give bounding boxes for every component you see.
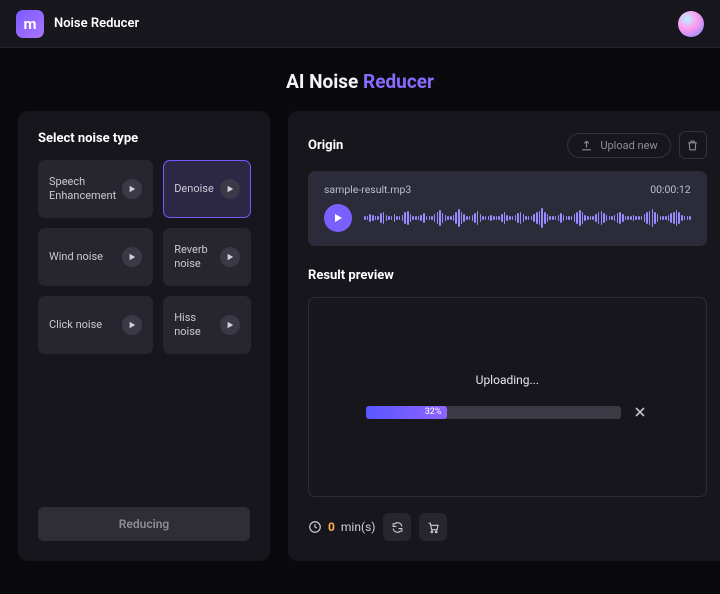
upload-status-text: Uploading... <box>476 373 539 387</box>
player-filename: sample-result.mp3 <box>324 183 411 196</box>
origin-heading: Origin <box>308 138 343 153</box>
page-title-word-2: Noise <box>309 70 358 93</box>
minutes-value: 0 <box>328 520 335 534</box>
footer-row: 0 min(s) <box>308 513 707 541</box>
close-icon <box>635 407 645 417</box>
player-meta: sample-result.mp3 00:00:12 <box>324 183 691 196</box>
progress-pct-label: 32% <box>425 407 442 417</box>
upload-icon <box>580 139 593 152</box>
waveform[interactable] <box>364 207 691 229</box>
refresh-button[interactable] <box>383 513 411 541</box>
play-icon[interactable] <box>220 247 240 267</box>
panel-noise-type: Select noise type Speech Enhancement Den… <box>18 111 270 561</box>
avatar[interactable] <box>678 11 704 37</box>
noise-type-label: Wind noise <box>49 250 103 264</box>
page-title-word-1: AI <box>286 70 304 93</box>
noise-type-denoise[interactable]: Denoise <box>163 160 251 218</box>
brand: m Noise Reducer <box>16 10 139 38</box>
noise-type-label: Speech Enhancement <box>49 175 116 204</box>
noise-type-grid: Speech Enhancement Denoise Wind noise <box>38 160 250 354</box>
page-title-word-3: Reducer <box>363 70 434 93</box>
origin-player: sample-result.mp3 00:00:12 <box>308 171 707 246</box>
play-icon[interactable] <box>122 179 142 199</box>
origin-actions: Upload new <box>567 131 706 159</box>
noise-type-label: Click noise <box>49 318 102 332</box>
player-controls <box>324 204 691 232</box>
minutes-remaining: 0 min(s) <box>308 520 375 534</box>
play-icon[interactable] <box>220 315 240 335</box>
cart-icon <box>427 521 440 534</box>
cancel-upload-button[interactable] <box>631 403 649 421</box>
brand-logo-glyph: m <box>24 15 37 33</box>
noise-type-click[interactable]: Click noise <box>38 296 153 354</box>
progress-bar: 32% <box>366 406 621 419</box>
play-button[interactable] <box>324 204 352 232</box>
result-preview-card: Uploading... 32% <box>308 297 707 497</box>
play-icon[interactable] <box>220 179 240 199</box>
result-heading: Result preview <box>308 268 707 283</box>
play-icon <box>333 213 343 223</box>
noise-type-heading: Select noise type <box>38 131 250 146</box>
noise-type-wind[interactable]: Wind noise <box>38 228 153 286</box>
play-icon[interactable] <box>122 247 142 267</box>
reduce-button-label: Reducing <box>119 517 169 531</box>
noise-type-speech-enhancement[interactable]: Speech Enhancement <box>38 160 153 218</box>
progress-fill: 32% <box>366 406 448 419</box>
noise-type-label: Reverb noise <box>174 243 214 272</box>
page-title: AI Noise Reducer <box>0 48 720 111</box>
noise-type-reverb[interactable]: Reverb noise <box>163 228 251 286</box>
delete-button[interactable] <box>679 131 707 159</box>
noise-type-hiss[interactable]: Hiss noise <box>163 296 251 354</box>
reduce-button[interactable]: Reducing <box>38 507 250 541</box>
brand-title: Noise Reducer <box>54 16 139 31</box>
upload-new-label: Upload new <box>600 139 657 152</box>
refresh-icon <box>391 521 404 534</box>
cart-button[interactable] <box>419 513 447 541</box>
brand-logo: m <box>16 10 44 38</box>
progress-row: 32% <box>329 403 686 421</box>
origin-header-row: Origin Upload new <box>308 131 707 159</box>
app-header: m Noise Reducer <box>0 0 720 48</box>
minutes-unit: min(s) <box>341 520 376 534</box>
clock-icon <box>308 520 322 534</box>
panel-origin-result: Origin Upload new sample-result.mp3 00:0… <box>288 111 720 561</box>
upload-new-button[interactable]: Upload new <box>567 133 670 158</box>
trash-icon <box>686 139 699 152</box>
noise-type-label: Denoise <box>174 182 214 196</box>
main: Select noise type Speech Enhancement Den… <box>0 111 720 579</box>
noise-type-label: Hiss noise <box>174 311 214 340</box>
play-icon[interactable] <box>122 315 142 335</box>
player-duration: 00:00:12 <box>650 183 691 196</box>
